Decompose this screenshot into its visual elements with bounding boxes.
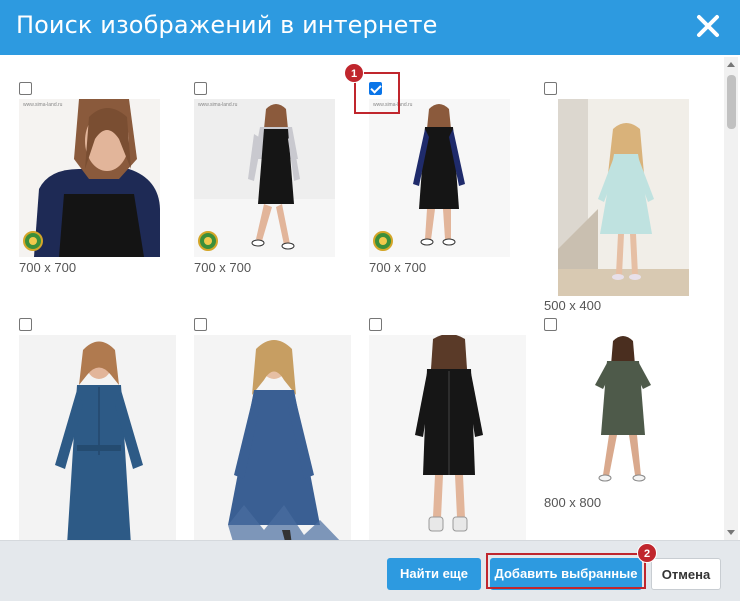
image-thumbnail[interactable]: www.sima-land.ru xyxy=(369,99,510,257)
image-results-grid: www.sima-land.ru 700 x 700 www.sima-land… xyxy=(0,57,740,540)
close-icon[interactable] xyxy=(696,12,720,40)
image-size-label: 800 x 800 xyxy=(544,495,602,510)
image-size-label: 700 x 700 xyxy=(369,260,427,275)
image-size-label: 700 x 700 xyxy=(19,260,77,275)
image-thumbnail[interactable]: www.sima-land.ru xyxy=(194,99,335,257)
image-size-label: 500 x 400 xyxy=(544,298,602,313)
scrollbar-thumb[interactable] xyxy=(727,75,736,129)
image-checkbox[interactable] xyxy=(369,318,382,331)
image-thumbnail[interactable] xyxy=(558,99,689,296)
image-thumbnail[interactable] xyxy=(369,335,526,540)
image-size-label: 700 x 700 xyxy=(194,260,252,275)
step-badge-1: 1 xyxy=(344,63,364,83)
dialog-header: Поиск изображений в интернете xyxy=(0,0,740,55)
image-thumbnail[interactable]: www.sima-land.ru xyxy=(19,99,160,257)
image-checkbox[interactable] xyxy=(544,82,557,95)
image-checkbox[interactable] xyxy=(19,318,32,331)
cancel-button[interactable]: Отмена xyxy=(651,558,721,590)
watermark-text: www.sima-land.ru xyxy=(198,102,238,108)
image-checkbox[interactable] xyxy=(544,318,557,331)
scroll-down-arrow-icon[interactable] xyxy=(727,530,735,535)
find-more-button[interactable]: Найти еще xyxy=(387,558,481,590)
watermark-text: www.sima-land.ru xyxy=(23,102,63,108)
vertical-scrollbar[interactable] xyxy=(724,57,738,540)
image-checkbox[interactable] xyxy=(194,318,207,331)
image-thumbnail[interactable] xyxy=(194,335,351,540)
dialog-title: Поиск изображений в интернете xyxy=(16,11,438,39)
highlight-box-add-button xyxy=(486,553,646,589)
image-thumbnail[interactable] xyxy=(19,335,176,540)
image-checkbox[interactable] xyxy=(19,82,32,95)
image-thumbnail[interactable] xyxy=(573,335,673,490)
step-badge-2: 2 xyxy=(637,543,657,563)
image-checkbox[interactable] xyxy=(194,82,207,95)
image-search-dialog: Поиск изображений в интернете www.sima-l… xyxy=(0,0,740,601)
scroll-up-arrow-icon[interactable] xyxy=(727,62,735,67)
